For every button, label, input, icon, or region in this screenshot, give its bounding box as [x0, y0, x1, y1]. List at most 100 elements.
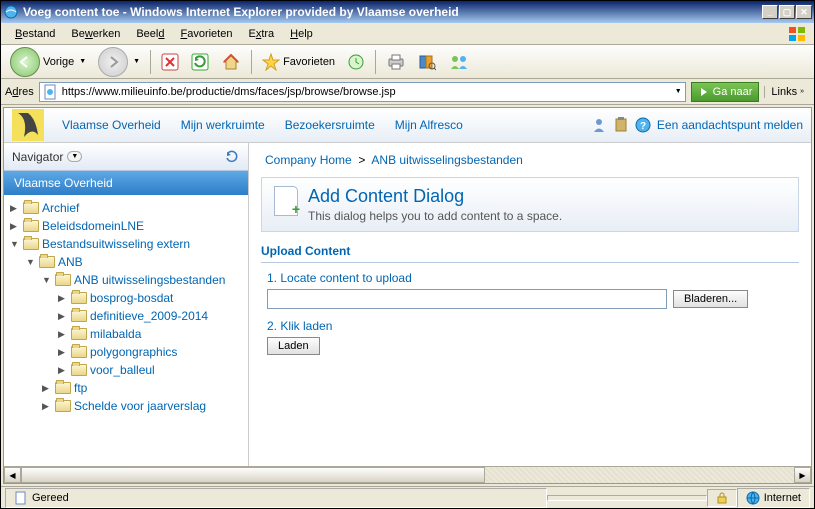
tree-label: Archief: [42, 201, 79, 215]
address-label: Adres: [5, 86, 34, 98]
clipboard-icon[interactable]: [613, 117, 629, 133]
menu-beeld[interactable]: Beeld: [128, 25, 172, 43]
breadcrumb-item[interactable]: ANB uitwisselingsbestanden: [371, 153, 522, 167]
tree-node[interactable]: ▼ ANB uitwisselingsbestanden: [4, 271, 248, 289]
sidebar-header: Navigator ▼: [4, 143, 248, 171]
app-body: Navigator ▼ Vlaamse Overheid ▶ Archief ▶ Be…: [4, 143, 811, 466]
main-panel: Company Home > ANB uitwisselingsbestande…: [249, 143, 811, 466]
folder-icon: [71, 364, 87, 376]
folder-icon: [39, 256, 55, 268]
forward-button[interactable]: ▼: [93, 48, 145, 76]
menu-bewerken[interactable]: Bewerken: [63, 25, 128, 43]
file-path-input[interactable]: [267, 289, 667, 309]
tree-node[interactable]: ▶ Archief: [4, 199, 248, 217]
tree-node[interactable]: ▼ Bestandsuitwisseling extern: [4, 235, 248, 253]
expand-icon[interactable]: ▶: [58, 329, 68, 340]
minimize-button[interactable]: _: [762, 5, 778, 19]
nav-tree: ▶ Archief ▶ BeleidsdomeinLNE ▼ Bestandsuitwis…: [4, 195, 248, 466]
folder-icon: [23, 238, 39, 250]
brand-flag-icon: [786, 25, 808, 43]
tree-node[interactable]: ▼ ANB: [4, 253, 248, 271]
expand-icon[interactable]: ▶: [58, 347, 68, 358]
expand-icon[interactable]: ▶: [42, 401, 52, 412]
messenger-button[interactable]: [443, 48, 475, 76]
dialog-title: Add Content Dialog: [308, 186, 562, 207]
sidebar-root[interactable]: Vlaamse Overheid: [4, 171, 248, 195]
scroll-left-icon[interactable]: ◀: [4, 467, 21, 483]
folder-icon: [55, 382, 71, 394]
go-button[interactable]: Ga naar: [691, 82, 760, 102]
dialog-subtitle: This dialog helps you to add content to …: [308, 209, 562, 223]
menu-extra[interactable]: Extra: [240, 25, 282, 43]
close-button[interactable]: ✕: [796, 5, 812, 19]
star-icon: [262, 53, 280, 71]
chevron-down-icon[interactable]: ▼: [675, 88, 682, 95]
folder-icon: [71, 346, 87, 358]
stop-button[interactable]: [156, 48, 184, 76]
url-field-wrapper[interactable]: ▼: [39, 82, 686, 102]
expand-icon[interactable]: ▶: [58, 365, 68, 376]
expand-icon[interactable]: ▶: [42, 383, 52, 394]
lock-icon: [716, 492, 728, 504]
load-button[interactable]: Laden: [267, 337, 320, 355]
tree-node[interactable]: ▶ bosprog-bosdat: [4, 289, 248, 307]
nav-mijn-werkruimte[interactable]: Mijn werkruimte: [173, 112, 273, 138]
maximize-button[interactable]: ▢: [779, 5, 795, 19]
expand-icon[interactable]: ▶: [10, 221, 20, 232]
tree-node[interactable]: ▶ BeleidsdomeinLNE: [4, 217, 248, 235]
expand-icon[interactable]: ▶: [58, 293, 68, 304]
nav-mijn-alfresco[interactable]: Mijn Alfresco: [387, 112, 471, 138]
tree-node[interactable]: ▶ ftp: [4, 379, 248, 397]
app-header: Vlaamse Overheid Mijn werkruimte Bezoeke…: [4, 108, 811, 143]
user-icon[interactable]: [591, 117, 607, 133]
menu-bestand[interactable]: Bestand: [7, 25, 63, 43]
titlebar: Voeg content toe - Windows Internet Expl…: [1, 1, 814, 23]
menu-help[interactable]: Help: [282, 25, 321, 43]
chevron-down-icon[interactable]: ▼: [67, 151, 82, 162]
horizontal-scrollbar[interactable]: ◀ ▶: [4, 466, 811, 483]
addressbar: Adres ▼ Ga naar Links »: [1, 79, 814, 105]
expand-icon[interactable]: ▶: [10, 203, 20, 214]
expand-icon[interactable]: ▶: [58, 311, 68, 322]
back-button[interactable]: Vorige ▼: [5, 48, 91, 76]
tree-node[interactable]: ▶Schelde voor jaarverslag: [4, 397, 248, 415]
tree-label: bosprog-bosdat: [90, 291, 173, 305]
tree-label: Bestandsuitwisseling extern: [42, 237, 190, 251]
nav-vlaamse-overheid[interactable]: Vlaamse Overheid: [54, 112, 169, 138]
history-button[interactable]: [342, 48, 370, 76]
links-panel[interactable]: Links »: [764, 86, 810, 98]
tree-node[interactable]: ▶polygongraphics: [4, 343, 248, 361]
url-input[interactable]: [62, 86, 673, 98]
forward-icon: [98, 47, 128, 77]
nav-bezoekersruimte[interactable]: Bezoekersruimte: [277, 112, 383, 138]
tree-label: ANB: [58, 255, 83, 269]
collapse-icon[interactable]: ▼: [42, 275, 52, 285]
collapse-icon[interactable]: ▼: [26, 257, 36, 267]
collapse-icon[interactable]: ▼: [10, 239, 20, 249]
ie-window: Voeg content toe - Windows Internet Expl…: [0, 0, 815, 509]
refresh-icon[interactable]: [224, 149, 240, 165]
report-issue-link[interactable]: Een aandachtspunt melden: [657, 118, 803, 132]
research-button[interactable]: [413, 48, 441, 76]
menu-favorieten[interactable]: Favorieten: [172, 25, 240, 43]
help-icon[interactable]: ?: [635, 117, 651, 133]
refresh-button[interactable]: [186, 48, 214, 76]
tree-node[interactable]: ▶ definitieve_2009-2014: [4, 307, 248, 325]
favorites-button[interactable]: Favorieten: [257, 48, 340, 76]
tree-node[interactable]: ▶voor_balleul: [4, 361, 248, 379]
browse-button[interactable]: Bladeren...: [673, 290, 748, 308]
dialog-header: Add Content Dialog This dialog helps you…: [261, 177, 799, 232]
home-button[interactable]: [216, 48, 246, 76]
print-button[interactable]: [381, 48, 411, 76]
tree-label: BeleidsdomeinLNE: [42, 219, 144, 233]
folder-icon: [23, 220, 39, 232]
folder-icon: [55, 274, 71, 286]
tree-label: ftp: [74, 381, 87, 395]
tree-label: milabalda: [90, 327, 141, 341]
folder-icon: [71, 328, 87, 340]
breadcrumb-item[interactable]: Company Home: [265, 153, 352, 167]
tree-node[interactable]: ▶ milabalda: [4, 325, 248, 343]
tree-label: definitieve_2009-2014: [90, 309, 208, 323]
tree-label: ANB uitwisselingsbestanden: [74, 273, 225, 287]
scroll-right-icon[interactable]: ▶: [794, 467, 811, 483]
